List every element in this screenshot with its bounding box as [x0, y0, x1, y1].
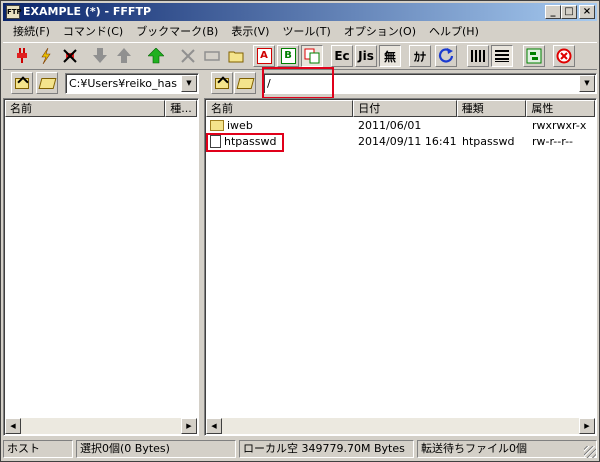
- ffftp-window: FTP EXAMPLE (*) - FFFTP _ □ × 接続(F) コマンド…: [0, 0, 600, 462]
- maximize-button[interactable]: □: [561, 5, 577, 19]
- upload-icon[interactable]: [113, 45, 135, 67]
- binary-mode-button[interactable]: B: [277, 45, 299, 67]
- local-parent-folder-button[interactable]: [11, 72, 33, 94]
- minimize-button[interactable]: _: [545, 5, 561, 19]
- rename-icon[interactable]: [201, 45, 223, 67]
- refresh-icon[interactable]: [435, 45, 457, 67]
- status-bar: ホスト 選択0個(0 Bytes) ローカル空 349779.70M Bytes…: [3, 439, 597, 459]
- remote-list-header: 名前 日付 種類 属性: [206, 100, 595, 117]
- htpasswd-highlight: [206, 133, 284, 152]
- scroll-left-icon[interactable]: ◀: [206, 418, 222, 434]
- list-view-icon[interactable]: [467, 45, 489, 67]
- scroll-left-icon[interactable]: ◀: [5, 418, 21, 434]
- app-icon: FTP: [6, 5, 22, 19]
- menu-bookmark[interactable]: ブックマーク(B): [130, 22, 225, 41]
- local-file-list[interactable]: 名前 種... ◀ ▶: [3, 98, 199, 436]
- resize-grip-icon[interactable]: [584, 446, 596, 458]
- menu-command[interactable]: コマンド(C): [57, 22, 130, 41]
- auto-mode-icon[interactable]: [301, 45, 323, 67]
- scroll-right-icon[interactable]: ▶: [181, 418, 197, 434]
- menu-connect[interactable]: 接続(F): [7, 22, 57, 41]
- no-convert-button[interactable]: 無: [379, 45, 401, 67]
- local-col-type[interactable]: 種...: [165, 100, 197, 117]
- chevron-down-icon[interactable]: ▼: [579, 75, 595, 92]
- folder-icon: [210, 119, 224, 131]
- euc-kanji-button[interactable]: Ec: [331, 45, 353, 67]
- local-address-bar: C:¥Users¥reiko_has ▼: [11, 72, 201, 96]
- detail-view-icon[interactable]: [491, 45, 513, 67]
- remote-col-type[interactable]: 種類: [456, 100, 527, 117]
- jis-kanji-button[interactable]: Jis: [355, 45, 377, 67]
- local-path-combo[interactable]: C:¥Users¥reiko_has ▼: [65, 73, 199, 94]
- folder-up-icon: [215, 77, 229, 89]
- file-date: 2011/06/01: [358, 119, 422, 132]
- mkdir-icon[interactable]: [225, 45, 247, 67]
- status-selection: 選択0個(0 Bytes): [76, 440, 236, 458]
- remote-path-highlight: [262, 67, 334, 99]
- local-horizontal-scrollbar[interactable]: ◀ ▶: [5, 418, 197, 434]
- remote-col-attr[interactable]: 属性: [526, 100, 595, 117]
- mirror-upload-icon[interactable]: [145, 45, 167, 67]
- file-date: 2014/09/11 16:41: [358, 135, 457, 148]
- disconnect-icon[interactable]: [59, 45, 81, 67]
- chevron-down-icon[interactable]: ▼: [181, 75, 197, 92]
- menu-tools[interactable]: ツール(T): [276, 22, 337, 41]
- table-row[interactable]: iweb 2011/06/01 rwxrwxr-x: [206, 118, 596, 134]
- folder-open-icon: [236, 77, 254, 89]
- local-col-name[interactable]: 名前: [5, 100, 166, 117]
- file-type: [458, 118, 528, 134]
- status-queue: 転送待ちファイル0個: [417, 440, 597, 458]
- title-bar[interactable]: FTP EXAMPLE (*) - FFFTP _ □ ×: [3, 3, 597, 21]
- scroll-right-icon[interactable]: ▶: [579, 418, 595, 434]
- file-attr: rw-r--r--: [532, 135, 574, 148]
- remote-horizontal-scrollbar[interactable]: ◀ ▶: [206, 418, 595, 434]
- remote-col-name[interactable]: 名前: [206, 100, 354, 117]
- status-local-free: ローカル空 349779.70M Bytes: [239, 440, 414, 458]
- status-host: ホスト: [3, 440, 73, 458]
- download-icon[interactable]: [89, 45, 111, 67]
- folder-up-icon: [15, 77, 29, 89]
- remote-parent-folder-button[interactable]: [211, 72, 233, 94]
- kana-convert-button[interactable]: ｶﾅ: [409, 45, 431, 67]
- local-path-text: C:¥Users¥reiko_has: [69, 77, 177, 90]
- quick-connect-icon[interactable]: [35, 45, 57, 67]
- close-button[interactable]: ×: [579, 5, 595, 19]
- file-type: htpasswd: [462, 135, 515, 148]
- local-list-header: 名前 種...: [5, 100, 197, 117]
- menu-bar: 接続(F) コマンド(C) ブックマーク(B) 表示(V) ツール(T) オプシ…: [3, 22, 597, 41]
- menu-help[interactable]: ヘルプ(H): [423, 22, 486, 41]
- remote-open-folder-button[interactable]: [234, 72, 256, 94]
- ascii-mode-button[interactable]: A: [253, 45, 275, 67]
- menu-view[interactable]: 表示(V): [225, 22, 276, 41]
- toolbar: A B Ec Jis 無 ｶﾅ: [3, 42, 597, 70]
- delete-icon[interactable]: [177, 45, 199, 67]
- local-open-folder-button[interactable]: [36, 72, 58, 94]
- remote-col-date[interactable]: 日付: [353, 100, 457, 117]
- folder-open-icon: [38, 77, 56, 89]
- file-name: iweb: [227, 119, 253, 132]
- stop-icon[interactable]: [553, 45, 575, 67]
- window-title: EXAMPLE (*) - FFFTP: [23, 5, 152, 18]
- menu-options[interactable]: オプション(O): [338, 22, 423, 41]
- sync-folder-icon[interactable]: [523, 45, 545, 67]
- file-attr: rwxrwxr-x: [532, 119, 587, 132]
- connect-icon[interactable]: [11, 45, 33, 67]
